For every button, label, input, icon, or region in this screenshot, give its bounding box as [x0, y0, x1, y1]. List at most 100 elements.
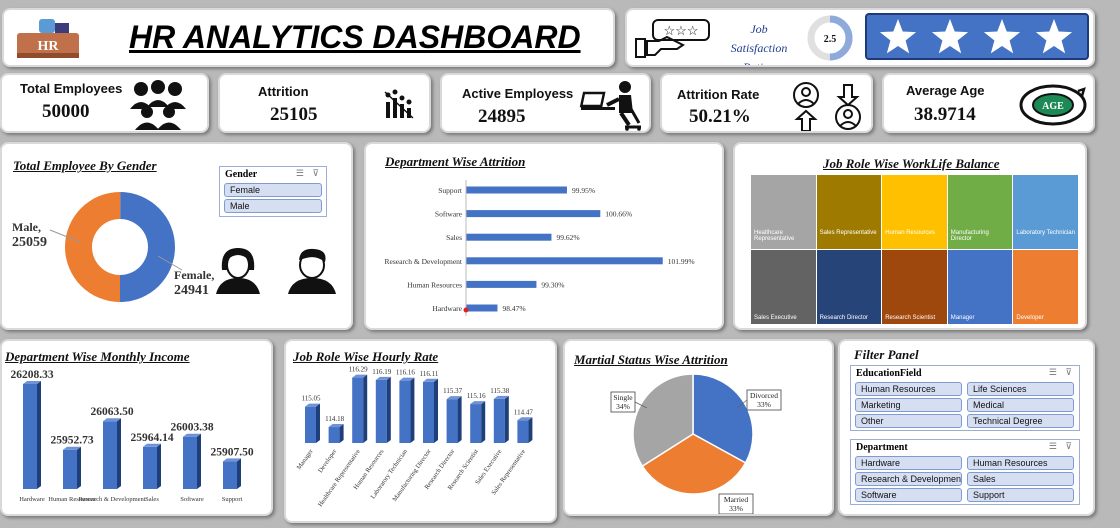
department-item[interactable]: Sales [967, 472, 1074, 486]
income-value-label: 26003.38 [170, 422, 213, 434]
gender-slicer-title: Gender [225, 169, 258, 180]
dept-attrition-bar [466, 186, 567, 194]
slicer-clear-filter-icon[interactable]: ☰ ⊽ [1049, 441, 1075, 452]
dept-attrition-category-label: Research & Development [385, 257, 463, 266]
star-icon [1035, 19, 1073, 54]
treemap-cell: Human Resources [882, 175, 947, 249]
male-value-text: 25059 [12, 235, 47, 250]
treemap-cell-label: Sales Representative [819, 230, 877, 236]
hourly-value-label: 114.47 [514, 408, 533, 416]
kpi-attrition-rate: Attrition Rate 50.21% [660, 73, 873, 133]
education-item[interactable]: Human Resources [855, 382, 962, 396]
department-item[interactable]: Research & Development [855, 472, 962, 486]
marital-value-label: 33% [729, 504, 743, 513]
treemap-cell: Research Director [816, 250, 882, 324]
income-value-label: 25952.73 [50, 435, 93, 447]
slicer-clear-filter-icon[interactable]: ☰ ⊽ [1049, 367, 1075, 378]
gender-panel: Total Employee By Gender Male, 25059 Fem… [0, 142, 353, 330]
star-icon [931, 19, 969, 54]
income-category-label: Software [180, 496, 204, 503]
marital-category-label: Divorced [750, 391, 778, 400]
axis-marker-dot [463, 307, 469, 313]
worklife-panel: Job Role Wise WorkLife Balance Healthcar… [733, 142, 1087, 330]
kpi-average-age-value: 38.9714 [914, 104, 976, 125]
male-data-label: Male, 25059 [12, 220, 47, 251]
income-bar [103, 418, 121, 489]
hourly-value-label: 115.37 [443, 387, 462, 395]
gender-slice-male [64, 192, 121, 302]
income-bar [223, 458, 241, 489]
hourly-bar [305, 403, 320, 443]
kpi-attrition: Attrition 25105 [218, 73, 431, 133]
marital-panel: Martial Status Wise Attrition Divorced 33… [563, 339, 834, 516]
attrition-decline-icon [384, 89, 414, 119]
education-item[interactable]: Other [855, 414, 962, 428]
income-value-label: 25964.14 [130, 432, 173, 444]
filter-panel-title: Filter Panel [854, 347, 919, 362]
treemap-cell: Manager [947, 250, 1013, 324]
worklife-treemap: Healthcare Representative Sales Represent… [751, 175, 1079, 325]
female-icon [216, 248, 260, 294]
department-item[interactable]: Human Resources [967, 456, 1074, 470]
department-item[interactable]: Software [855, 488, 962, 502]
kpi-active-employees: Active Employess 24895 [440, 73, 651, 133]
hourly-rate-panel: Job Role Wise Hourly Rate 115.05 Manager 1… [284, 339, 557, 523]
gender-slicer-item[interactable]: Female [224, 183, 322, 197]
slicer-clear-filter-icon[interactable]: ☰ ⊽ [296, 168, 322, 179]
marital-value-label: 34% [616, 402, 630, 411]
hourly-value-label: 116.29 [349, 366, 368, 374]
treemap-cell-label: Manager [950, 315, 975, 321]
education-item[interactable]: Technical Degree [967, 414, 1074, 428]
treemap-cell: Sales Executive [751, 250, 816, 324]
star-rating [865, 13, 1089, 60]
filter-panel: Filter Panel EducationField ☰ ⊽ Human Re… [838, 339, 1095, 516]
department-slicer: Department ☰ ⊽ Hardware Human Resources … [850, 439, 1080, 505]
marital-pie-chart: Divorced33%Married33%Single34% [610, 373, 782, 514]
department-item[interactable]: Hardware [855, 456, 962, 470]
income-value-label: 26208.33 [10, 369, 53, 381]
treemap-cell-label: Research Director [819, 315, 868, 321]
monthly-income-bar-chart: 26208.33Hardware25952.73Human Resources2… [10, 369, 253, 503]
department-item[interactable]: Support [967, 488, 1074, 502]
employee-at-desk-icon [579, 81, 641, 131]
gender-slicer-item[interactable]: Male [224, 199, 322, 213]
dept-attrition-value-label: 101.99% [668, 257, 695, 266]
hourly-bar [517, 417, 533, 443]
rating-gauge: 2.5 [807, 15, 853, 61]
hr-logo: HR [17, 19, 79, 58]
gender-chart-title: Total Employee By Gender [13, 158, 157, 173]
dept-attrition-bar [466, 304, 498, 312]
worklife-title: Job Role Wise WorkLife Balance [823, 156, 1000, 171]
hourly-bar [328, 424, 344, 443]
dept-attrition-bar [466, 280, 537, 288]
hourly-value-label: 116.11 [420, 370, 439, 378]
gender-donut-chart [64, 192, 175, 302]
kpi-total-employees-value: 50000 [42, 101, 90, 122]
kpi-attrition-rate-label: Attrition Rate [677, 87, 760, 102]
hourly-category-label: Developer [317, 447, 339, 474]
female-value-text: 24941 [174, 283, 209, 298]
dept-attrition-bar [466, 210, 601, 218]
income-category-label: Hardware [19, 496, 45, 503]
dept-attrition-bar-chart: Support 99.95% Software 100.66% Sales 99.62% R… [385, 180, 695, 316]
education-item[interactable]: Marketing [855, 398, 962, 412]
gender-slicer: Gender ☰ ⊽ Female Male [219, 166, 327, 217]
star-icon [983, 19, 1021, 54]
hourly-value-label: 116.16 [396, 369, 415, 377]
hourly-bar [399, 377, 415, 443]
page-title: HR ANALYTICS DASHBOARD [129, 19, 581, 55]
gender-slice-female [120, 192, 175, 302]
dept-attrition-category-label: Sales [446, 233, 462, 242]
education-item[interactable]: Medical [967, 398, 1074, 412]
income-category-label: Sales [145, 496, 159, 503]
treemap-cell: Research Scientist [882, 250, 947, 324]
kpi-attrition-label: Attrition [258, 84, 309, 99]
income-category-label: Research & Development [78, 496, 145, 503]
age-icon: AGE [1019, 84, 1087, 126]
education-item[interactable]: Life Sciences [967, 382, 1074, 396]
income-category-label: Support [222, 496, 243, 503]
male-icon [288, 248, 336, 294]
treemap-cell: Healthcare Representative [751, 175, 816, 249]
hourly-bar [446, 396, 462, 443]
kpi-total-employees-label: Total Employees [20, 81, 123, 96]
